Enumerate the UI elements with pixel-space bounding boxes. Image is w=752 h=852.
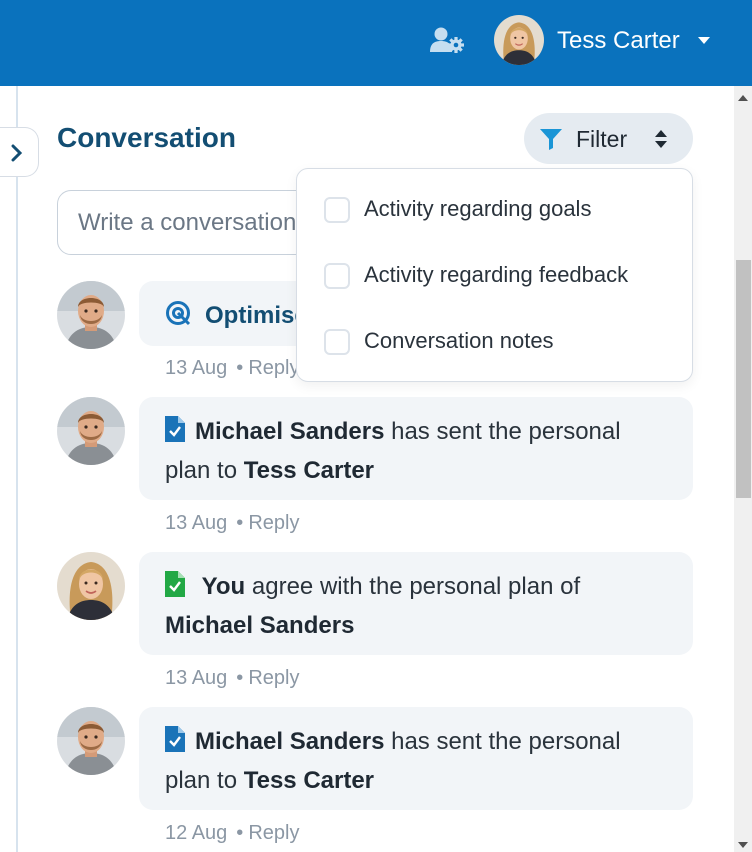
filter-option-label: Activity regarding feedback xyxy=(364,262,629,287)
avatar[interactable] xyxy=(57,552,125,620)
feed-item-meta: 12 Aug • Reply xyxy=(165,822,300,844)
target-name[interactable]: Tess Carter xyxy=(244,457,374,484)
avatar[interactable] xyxy=(57,397,125,465)
action-text: agree with the personal plan of xyxy=(251,573,581,600)
document-check-icon xyxy=(165,416,185,442)
scroll-down-arrow-icon[interactable] xyxy=(738,842,748,848)
feed-item-date: 13 Aug xyxy=(165,357,228,379)
feed-item-bubble: Michael Sanders has sent the personal pl… xyxy=(139,707,693,810)
sort-updown-icon xyxy=(655,130,667,148)
feed-item-date: 13 Aug xyxy=(165,667,228,689)
feed-item-date: 13 Aug xyxy=(165,512,228,534)
checkbox[interactable] xyxy=(324,329,350,355)
filter-option-label: Activity regarding goals xyxy=(364,196,592,221)
feed-item-bubble: You agree with the personal plan of Mich… xyxy=(139,552,693,655)
chevron-right-icon xyxy=(11,144,23,162)
feed-item-meta: 13 Aug • Reply xyxy=(165,667,300,689)
target-name[interactable]: Tess Carter xyxy=(244,767,374,794)
reply-link[interactable]: Reply xyxy=(248,512,299,534)
expand-panel-button[interactable] xyxy=(0,127,39,177)
filter-option-notes[interactable]: Conversation notes xyxy=(297,319,692,363)
avatar[interactable] xyxy=(57,281,125,349)
scroll-up-arrow-icon[interactable] xyxy=(738,95,748,101)
user-avatar[interactable] xyxy=(494,15,544,65)
checkbox[interactable] xyxy=(324,197,350,223)
filter-button[interactable]: Filter xyxy=(524,113,693,164)
target-name[interactable]: Michael Sanders xyxy=(165,612,354,639)
reply-link[interactable]: Reply xyxy=(248,822,299,844)
reply-link[interactable]: Reply xyxy=(248,667,299,689)
filter-option-label: Conversation notes xyxy=(364,328,554,353)
filter-label: Filter xyxy=(576,126,628,152)
panel-divider xyxy=(16,86,18,852)
document-check-icon xyxy=(165,726,185,752)
filter-option-feedback[interactable]: Activity regarding feedback xyxy=(297,253,692,297)
conversation-title: Conversation xyxy=(57,122,236,153)
top-bar: Tess Carter xyxy=(0,0,752,86)
avatar[interactable] xyxy=(57,707,125,775)
funnel-icon xyxy=(540,129,562,150)
document-check-green-icon xyxy=(165,571,185,597)
reply-link[interactable]: Reply xyxy=(248,357,299,379)
feed-item-meta: 13 Aug • Reply xyxy=(165,512,300,534)
scrollbar-thumb[interactable] xyxy=(736,260,751,498)
actor-name[interactable]: Michael Sanders xyxy=(195,728,384,755)
feed-item-bubble: Michael Sanders has sent the personal pl… xyxy=(139,397,693,500)
caret-down-icon[interactable] xyxy=(698,37,710,44)
actor-name: You xyxy=(201,573,246,600)
user-settings-icon[interactable] xyxy=(430,26,464,54)
goal-target-icon xyxy=(166,301,191,326)
goal-title[interactable]: Optimise xyxy=(205,302,308,329)
feed-item-meta: 13 Aug • Reply xyxy=(165,357,300,379)
user-name[interactable]: Tess Carter xyxy=(557,27,680,55)
filter-dropdown-menu: Activity regarding goals Activity regard… xyxy=(296,168,693,382)
feed-item-date: 12 Aug xyxy=(165,822,228,844)
filter-option-goals[interactable]: Activity regarding goals xyxy=(297,187,692,231)
actor-name[interactable]: Michael Sanders xyxy=(195,418,384,445)
checkbox[interactable] xyxy=(324,263,350,289)
